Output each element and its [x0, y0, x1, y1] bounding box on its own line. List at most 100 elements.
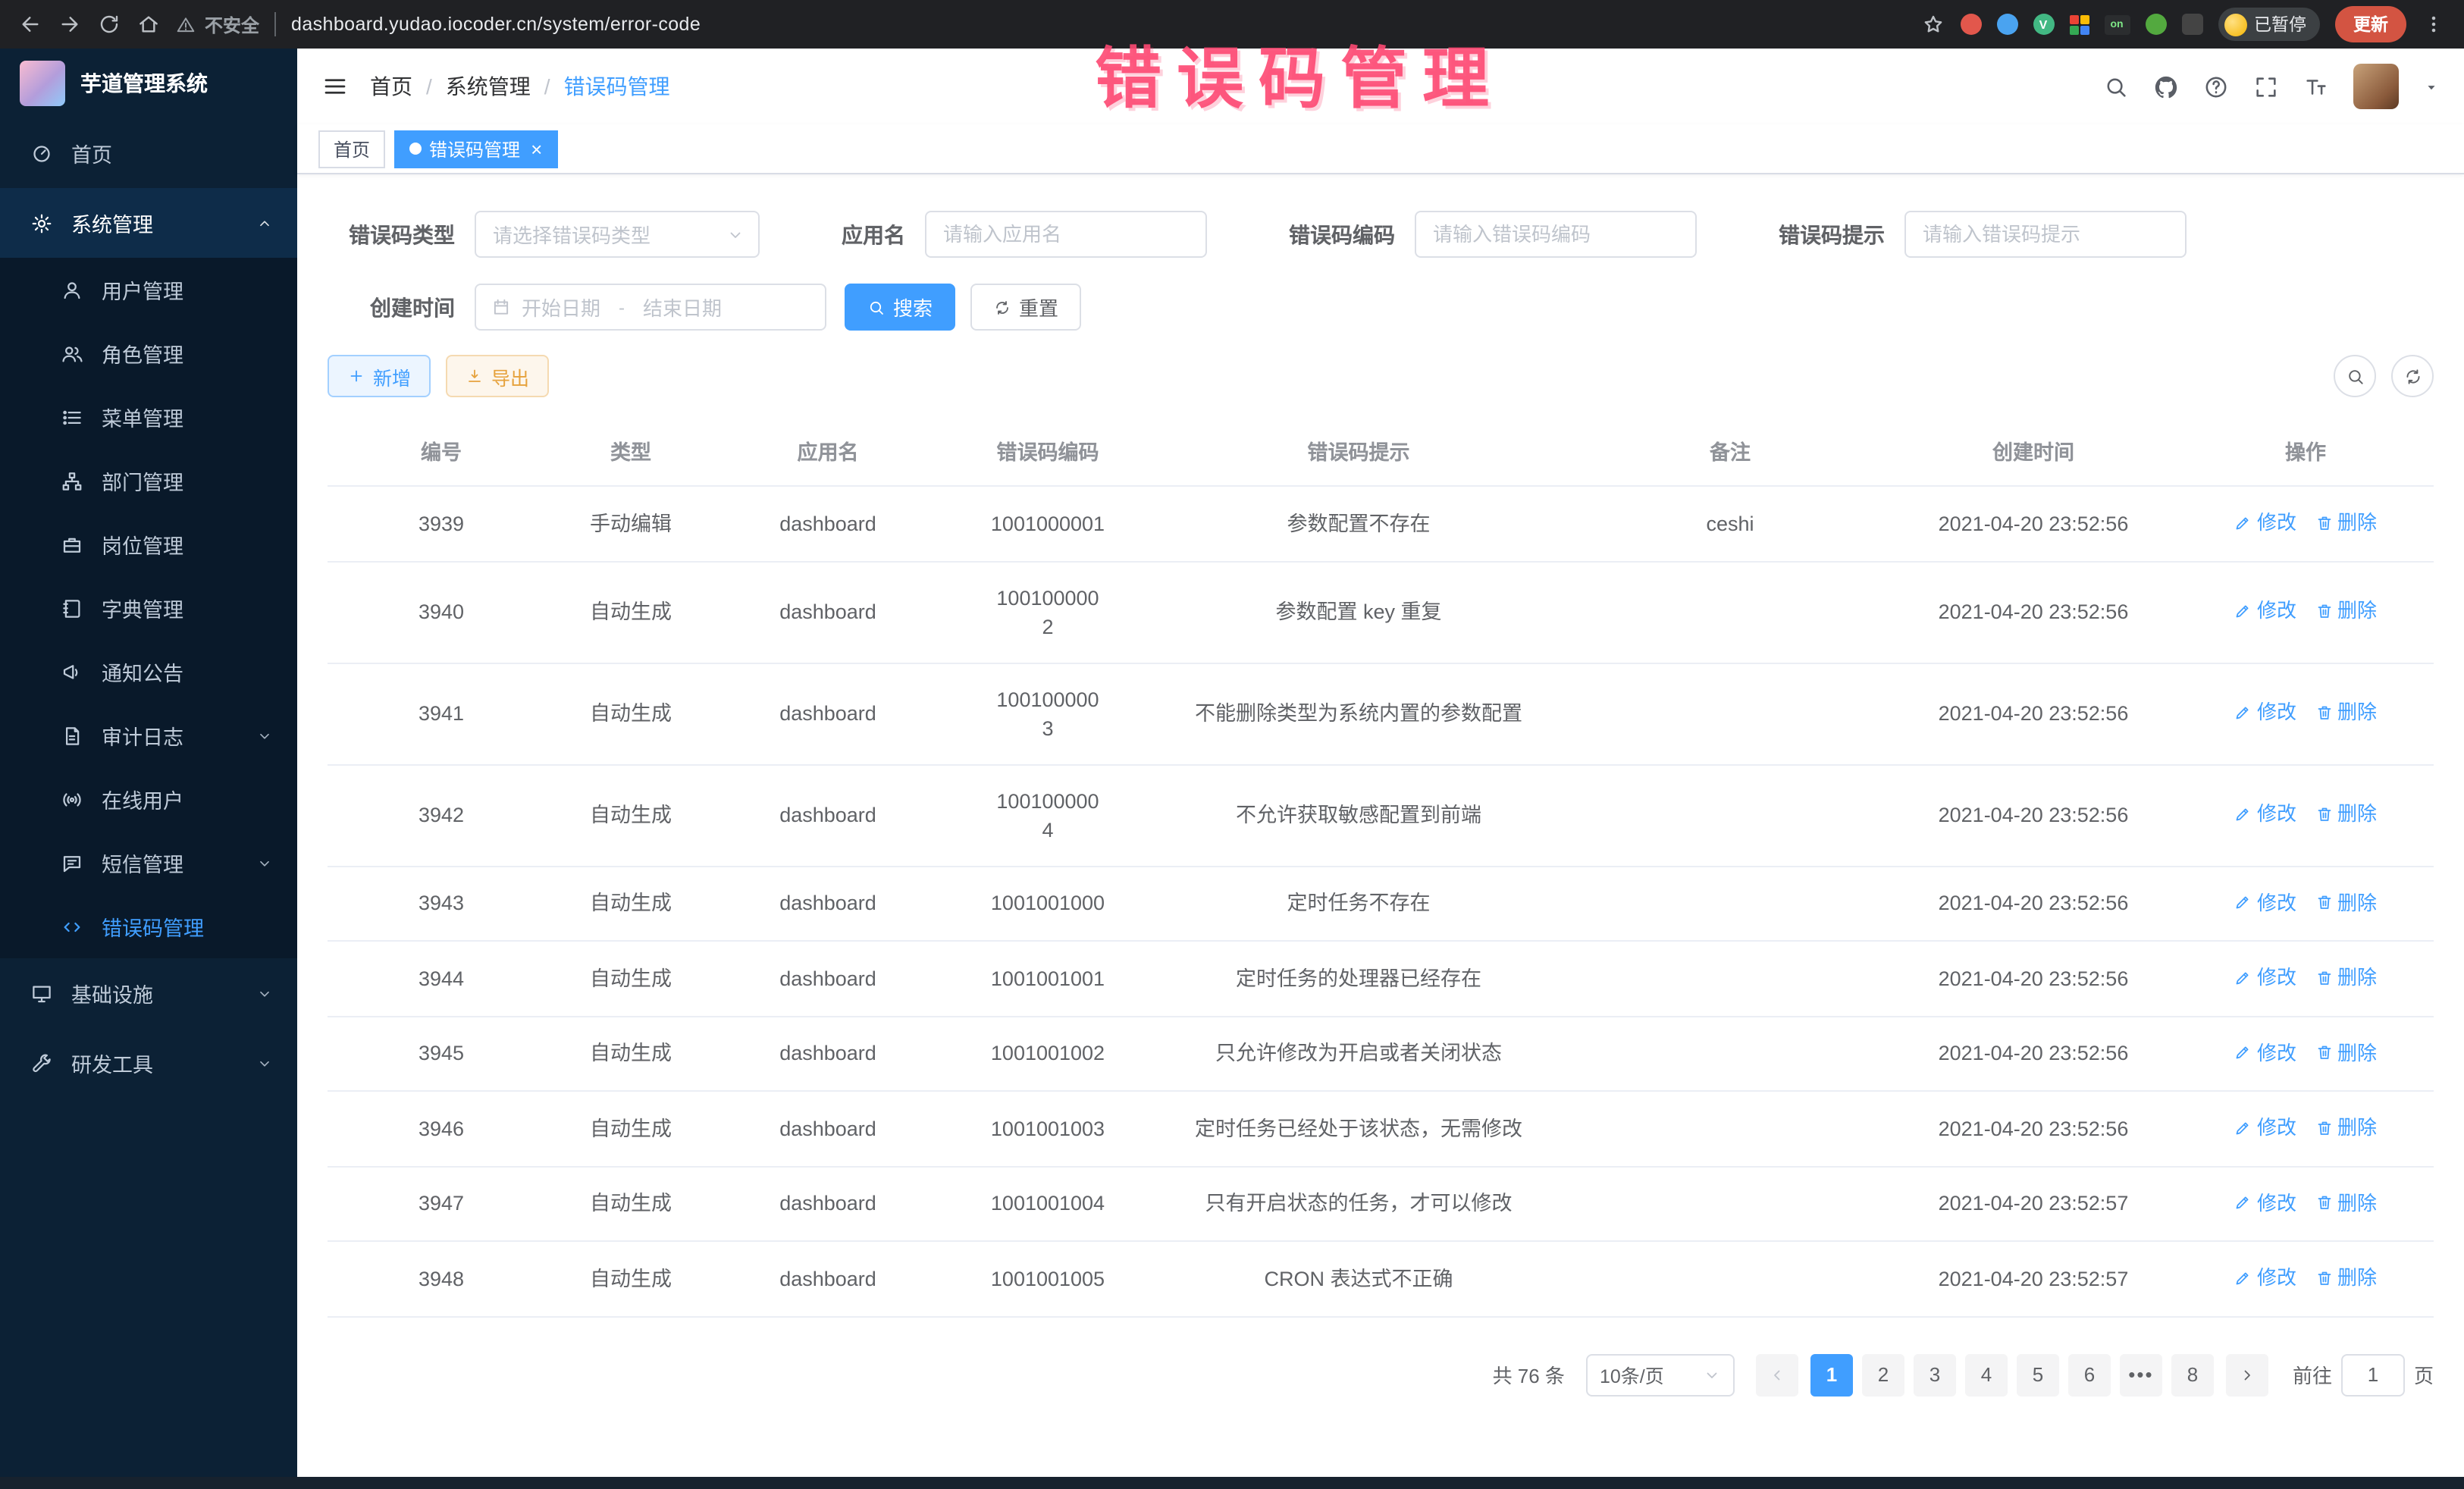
breadcrumb-item[interactable]: 错误码管理	[564, 71, 670, 102]
delete-link[interactable]: 删除	[2315, 1263, 2377, 1292]
delete-link[interactable]: 删除	[2315, 1113, 2377, 1142]
edit-link[interactable]: 修改	[2234, 1188, 2296, 1217]
caret-down-icon[interactable]	[2423, 78, 2440, 95]
delete-link[interactable]: 删除	[2315, 888, 2377, 917]
edit-link[interactable]: 修改	[2234, 1113, 2296, 1142]
add-button[interactable]: 新增	[328, 355, 431, 397]
sidebar-item[interactable]: 岗位管理	[0, 513, 297, 576]
next-page-button[interactable]	[2226, 1353, 2268, 1396]
font-size-icon[interactable]	[2303, 74, 2329, 99]
help-icon[interactable]	[2203, 74, 2229, 99]
page-button[interactable]: 1	[1810, 1353, 1853, 1396]
page-button[interactable]: 8	[2171, 1353, 2214, 1396]
extension-icon[interactable]	[2069, 14, 2089, 34]
error-code-input[interactable]	[1415, 211, 1697, 258]
page-button[interactable]: 6	[2068, 1353, 2111, 1396]
date-range-picker[interactable]: 开始日期 - 结束日期	[475, 284, 826, 331]
sidebar-item[interactable]: 菜单管理	[0, 385, 297, 449]
delete-link[interactable]: 删除	[2315, 508, 2377, 537]
edit-link[interactable]: 修改	[2234, 508, 2296, 537]
delete-link[interactable]: 删除	[2315, 1038, 2377, 1067]
edit-link[interactable]: 修改	[2234, 963, 2296, 992]
error-hint-input[interactable]	[1904, 211, 2187, 258]
book-icon	[61, 597, 83, 619]
paused-label: 已暂停	[2254, 12, 2306, 36]
sidebar-item[interactable]: 短信管理	[0, 831, 297, 895]
delete-label: 删除	[2337, 508, 2377, 537]
refresh-table-button[interactable]	[2391, 355, 2434, 397]
extension-icon[interactable]	[2145, 14, 2166, 35]
forward-icon[interactable]	[58, 12, 82, 36]
edit-link[interactable]: 修改	[2234, 597, 2296, 625]
sidebar-item[interactable]: 在线用户	[0, 767, 297, 831]
show-search-button[interactable]	[2334, 355, 2376, 397]
sidebar-item[interactable]: 错误码管理	[0, 895, 297, 958]
sidebar-item[interactable]: 审计日志	[0, 704, 297, 767]
page-button[interactable]: 2	[1862, 1353, 1904, 1396]
hamburger-icon[interactable]	[321, 73, 349, 100]
pagination-more[interactable]: •••	[2120, 1353, 2162, 1396]
edit-label: 修改	[2257, 597, 2296, 625]
delete-link[interactable]: 删除	[2315, 1188, 2377, 1217]
sidebar-item[interactable]: 通知公告	[0, 640, 297, 704]
extension-icon[interactable]	[1996, 14, 2017, 35]
sidebar-item[interactable]: 用户管理	[0, 258, 297, 321]
extensions-puzzle-icon[interactable]	[2181, 14, 2202, 35]
kebab-menu-icon[interactable]	[2422, 12, 2446, 36]
page-button[interactable]: 4	[1965, 1353, 2008, 1396]
extension-icon[interactable]: on	[2104, 14, 2130, 34]
profile-paused-badge[interactable]: 已暂停	[2218, 8, 2320, 41]
breadcrumb-item[interactable]: 首页	[370, 71, 412, 102]
delete-link[interactable]: 删除	[2315, 698, 2377, 727]
page-button[interactable]: 3	[1914, 1353, 1956, 1396]
reset-button[interactable]: 重置	[970, 284, 1081, 331]
page-button[interactable]: 5	[2017, 1353, 2059, 1396]
sidebar-item[interactable]: 基础设施	[0, 958, 297, 1028]
app-name-input[interactable]	[925, 211, 1207, 258]
search-button[interactable]: 搜索	[845, 284, 955, 331]
user-avatar[interactable]	[2353, 64, 2399, 109]
back-icon[interactable]	[18, 12, 42, 36]
pagination-total: 共 76 条	[1493, 1360, 1565, 1389]
sidebar-item[interactable]: 字典管理	[0, 576, 297, 640]
delete-link[interactable]: 删除	[2315, 597, 2377, 625]
tab-close-icon[interactable]: ×	[531, 139, 542, 158]
app-logo[interactable]: 芋道管理系统	[0, 49, 297, 118]
edit-link[interactable]: 修改	[2234, 888, 2296, 917]
sidebar-item[interactable]: 研发工具	[0, 1028, 297, 1098]
security-indicator[interactable]: 不安全	[176, 11, 259, 37]
github-icon[interactable]	[2153, 74, 2179, 99]
cell-hint: 只允许修改为开启或者关闭状态	[1146, 1016, 1571, 1091]
app-title: 芋道管理系统	[80, 68, 208, 99]
address-url[interactable]: dashboard.yudao.iocoder.cn/system/error-…	[291, 14, 701, 35]
fullscreen-icon[interactable]	[2253, 74, 2279, 99]
export-button[interactable]: 导出	[446, 355, 549, 397]
delete-label: 删除	[2337, 1263, 2377, 1292]
prev-page-button[interactable]	[1756, 1353, 1798, 1396]
tab-item[interactable]: 错误码管理×	[394, 130, 557, 168]
tab-item[interactable]: 首页	[318, 130, 385, 168]
extension-icon[interactable]	[1960, 14, 1981, 35]
reload-icon[interactable]	[97, 12, 121, 36]
search-icon[interactable]	[2103, 74, 2129, 99]
edit-link[interactable]: 修改	[2234, 1038, 2296, 1067]
page-size-select[interactable]: 10条/页	[1586, 1353, 1735, 1396]
sidebar-item[interactable]: 部门管理	[0, 449, 297, 513]
bookmark-star-icon[interactable]	[1920, 12, 1945, 36]
edit-link[interactable]: 修改	[2234, 800, 2296, 829]
error-type-select[interactable]: 请选择错误码类型	[475, 211, 760, 258]
sidebar-item[interactable]: 系统管理	[0, 188, 297, 258]
vue-letter: V	[2039, 17, 2048, 31]
home-icon[interactable]	[136, 12, 161, 36]
browser-update-button[interactable]: 更新	[2335, 6, 2406, 42]
delete-link[interactable]: 删除	[2315, 963, 2377, 992]
edit-link[interactable]: 修改	[2234, 698, 2296, 727]
goto-page-input[interactable]	[2341, 1353, 2405, 1396]
edit-link[interactable]: 修改	[2234, 1263, 2296, 1292]
edit-label: 修改	[2257, 963, 2296, 992]
delete-link[interactable]: 删除	[2315, 800, 2377, 829]
breadcrumb-item[interactable]: 系统管理	[446, 71, 531, 102]
vue-devtools-icon[interactable]: V	[2033, 14, 2054, 35]
sidebar-item[interactable]: 角色管理	[0, 321, 297, 385]
sidebar-item[interactable]: 首页	[0, 118, 297, 188]
